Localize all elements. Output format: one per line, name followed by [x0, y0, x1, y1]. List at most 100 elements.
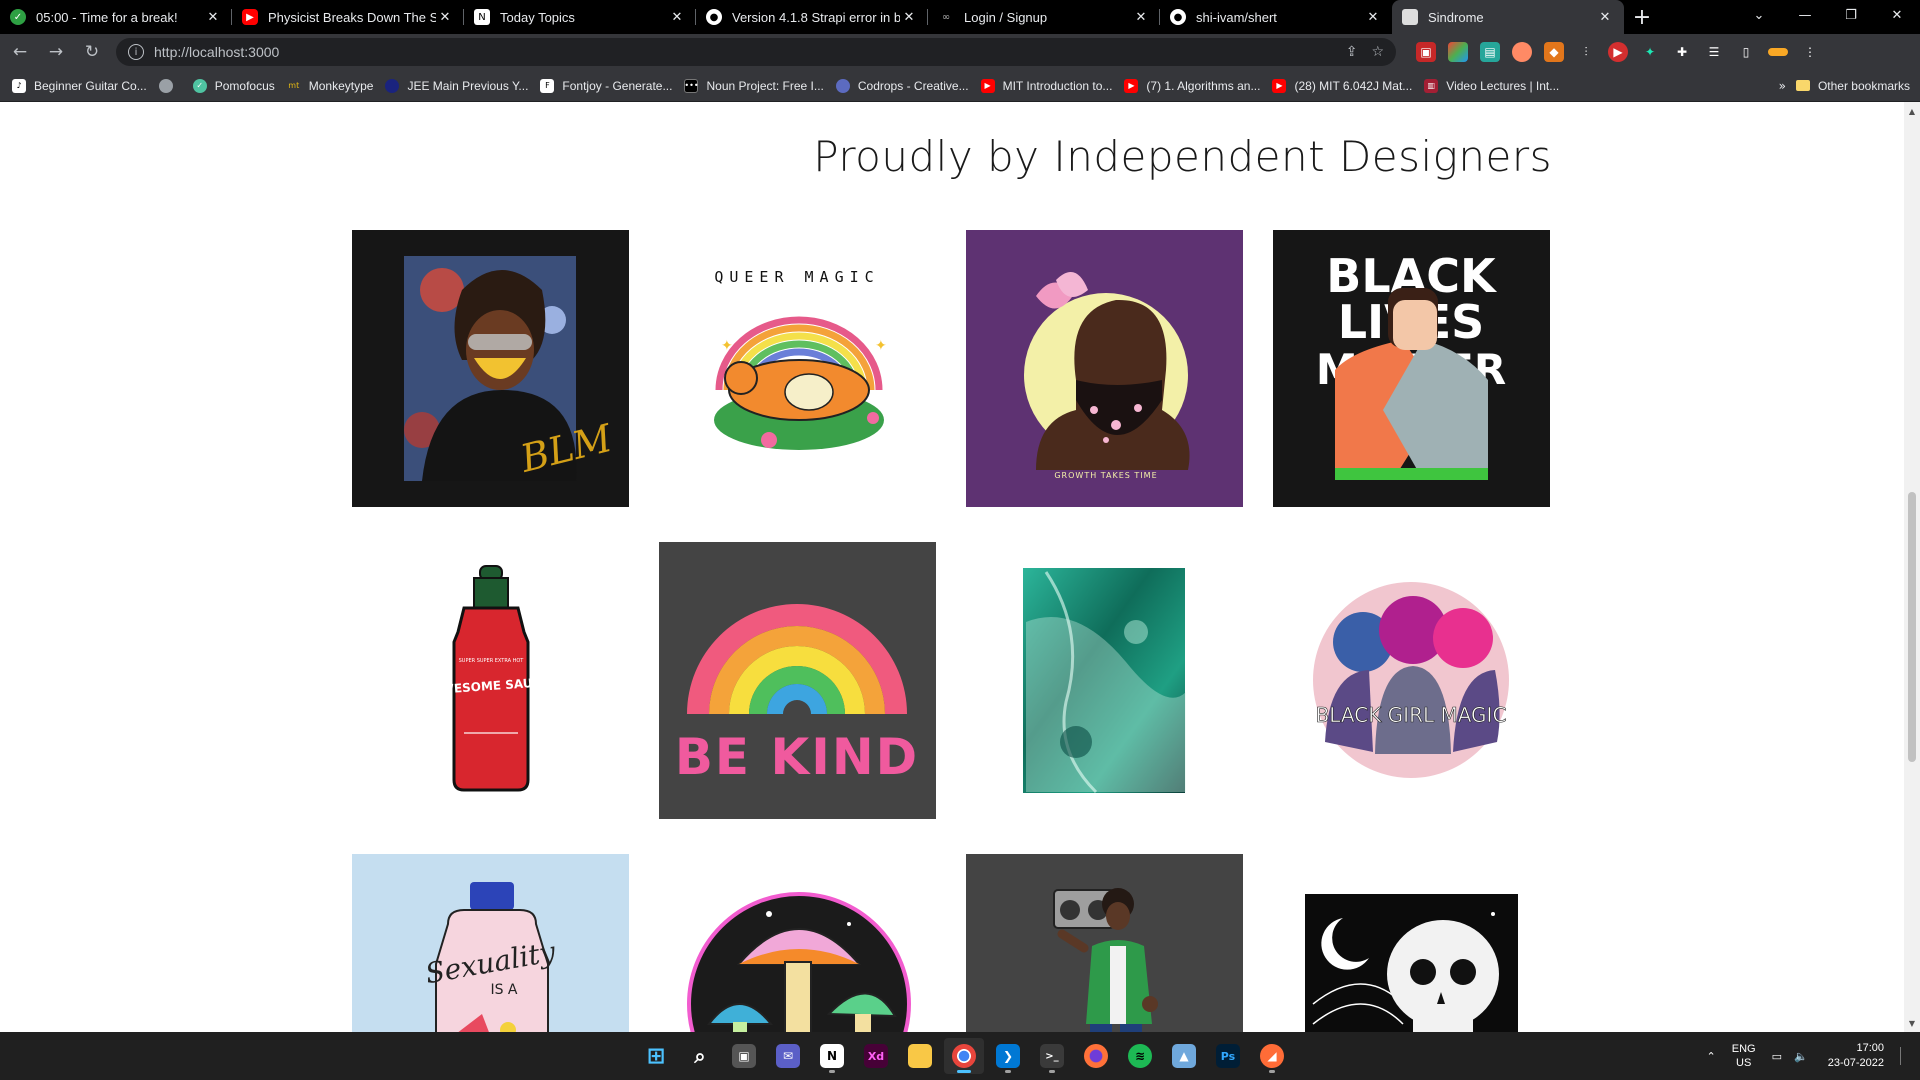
design-card-queer-magic[interactable]: QUEER MAGIC ✦ ✦: [659, 230, 936, 507]
black-lives-matter-image: BLACK LIVES MATTER: [1316, 249, 1506, 480]
extension-orange-icon[interactable]: [1512, 42, 1532, 62]
design-card-blm-portrait[interactable]: BLM: [352, 230, 629, 507]
extensions-puzzle-icon[interactable]: ✚: [1672, 42, 1692, 62]
close-icon[interactable]: ✕: [1596, 10, 1614, 25]
design-card-black-lives-matter[interactable]: BLACK LIVES MATTER: [1273, 230, 1550, 507]
bookmark-item[interactable]: ▥ Video Lectures | Int...: [1424, 78, 1559, 93]
input-language-indicator[interactable]: ENG US: [1732, 1042, 1756, 1070]
bookmark-item[interactable]: ▶ (7) 1. Algorithms an...: [1124, 78, 1261, 93]
vscode-icon: ❯: [996, 1044, 1020, 1068]
bookmark-item[interactable]: Codrops - Creative...: [835, 78, 969, 93]
metamask-icon[interactable]: ◆: [1544, 42, 1564, 62]
share-icon[interactable]: ⇪: [1346, 44, 1358, 60]
teams-chat-icon: ✉: [776, 1044, 800, 1068]
design-card-be-kind[interactable]: BE KIND: [659, 542, 936, 819]
extension-red-icon[interactable]: ▣: [1416, 42, 1436, 62]
tab-youtube[interactable]: ▶ Physicist Breaks Down The Scien ✕: [232, 0, 464, 34]
vscode-taskbar-button[interactable]: ❯: [988, 1038, 1028, 1074]
scrollbar-thumb[interactable]: [1908, 492, 1916, 762]
close-icon[interactable]: ✕: [1132, 10, 1150, 25]
task-view-button[interactable]: ▣: [724, 1038, 764, 1074]
bookmark-item[interactable]: JEE Main Previous Y...: [385, 78, 528, 93]
extension-yellow-icon[interactable]: [1768, 48, 1788, 56]
forward-arrow-icon[interactable]: →: [40, 36, 72, 68]
tab-notion[interactable]: N Today Topics ✕: [464, 0, 696, 34]
growth-takes-time-image: GROWTH TAKES TIME: [1024, 272, 1190, 480]
more-bookmarks-chevron-icon[interactable]: »: [1779, 79, 1786, 93]
design-card-growth-takes-time[interactable]: GROWTH TAKES TIME: [966, 230, 1243, 507]
tab-github-shert[interactable]: ● shi-ivam/shert ✕: [1160, 0, 1392, 34]
bookmark-item[interactable]: ••• Noun Project: Free I...: [684, 78, 824, 93]
close-icon[interactable]: ✕: [436, 10, 454, 25]
scroll-up-arrow-icon[interactable]: ▲: [1904, 104, 1920, 118]
design-card-psychedelic-mushrooms[interactable]: [659, 854, 936, 1032]
back-arrow-icon[interactable]: ←: [4, 36, 36, 68]
scroll-down-arrow-icon[interactable]: ▼: [1904, 1016, 1920, 1030]
reading-list-icon[interactable]: ☰: [1704, 42, 1724, 62]
file-explorer-taskbar-button[interactable]: [900, 1038, 940, 1074]
extension-play-icon[interactable]: ▶: [1608, 42, 1628, 62]
minimize-button[interactable]: —: [1782, 0, 1828, 30]
bookmark-item[interactable]: ▶ MIT Introduction to...: [980, 78, 1112, 93]
bookmark-label: (28) MIT 6.042J Mat...: [1294, 78, 1413, 93]
bookmark-item[interactable]: ✓ Pomofocus: [192, 78, 275, 93]
adobe-xd-taskbar-button[interactable]: Xd: [856, 1038, 896, 1074]
url-text[interactable]: http://localhost:3000: [154, 44, 1332, 60]
start-button[interactable]: ⊞: [636, 1038, 676, 1074]
network-icon[interactable]: ▭: [1772, 1050, 1782, 1063]
bookmark-item[interactable]: ▶ (28) MIT 6.042J Mat...: [1272, 78, 1413, 93]
tab-login[interactable]: ∞ Login / Signup ✕: [928, 0, 1160, 34]
chrome-taskbar-button[interactable]: [944, 1038, 984, 1074]
chevron-up-icon[interactable]: ⌃: [1707, 1050, 1716, 1063]
bookmark-star-icon[interactable]: ☆: [1371, 44, 1384, 60]
tab-pomofocus[interactable]: ✓ 05:00 - Time for a break! ✕: [0, 0, 232, 34]
tab-search-icon[interactable]: ⌄: [1736, 0, 1782, 30]
close-icon[interactable]: ✕: [900, 10, 918, 25]
design-card-boombox[interactable]: [966, 854, 1243, 1032]
design-card-sexuality[interactable]: Sexuality IS A: [352, 854, 629, 1032]
reload-icon[interactable]: ↻: [76, 36, 108, 68]
photos-taskbar-button[interactable]: ▲: [1164, 1038, 1204, 1074]
extension-teal-icon[interactable]: ▤: [1480, 42, 1500, 62]
tab-github-strapi[interactable]: ● Version 4.1.8 Strapi error in build ✕: [696, 0, 928, 34]
bookmark-label: (7) 1. Algorithms an...: [1146, 78, 1261, 93]
address-bar[interactable]: i http://localhost:3000 ⇪ ☆: [116, 38, 1396, 66]
design-card-black-girl-magic[interactable]: BLACK GIRL MAGIC: [1273, 542, 1550, 819]
firefox-taskbar-button[interactable]: [1076, 1038, 1116, 1074]
close-icon[interactable]: ✕: [1364, 10, 1382, 25]
teams-chat-button[interactable]: ✉: [768, 1038, 808, 1074]
postman-taskbar-button[interactable]: ◢: [1252, 1038, 1292, 1074]
close-window-button[interactable]: ✕: [1874, 0, 1920, 30]
show-desktop-button[interactable]: [1900, 1047, 1904, 1065]
search-button[interactable]: ⌕: [680, 1038, 720, 1074]
bookmark-item[interactable]: F Fontjoy - Generate...: [540, 78, 672, 93]
extension-green-icon[interactable]: ✦: [1640, 42, 1660, 62]
clock[interactable]: 17:00 23-07-2022: [1828, 1041, 1884, 1071]
youtube-icon: ▶: [242, 9, 258, 25]
bookmark-item[interactable]: [158, 78, 181, 93]
tab-sindrome[interactable]: Sindrome ✕: [1392, 0, 1624, 34]
design-card-green-abstract[interactable]: [966, 542, 1243, 819]
restore-button[interactable]: ❐: [1828, 0, 1874, 30]
page-scrollbar[interactable]: ▲ ▼: [1904, 102, 1920, 1032]
notion-taskbar-button[interactable]: N: [812, 1038, 852, 1074]
close-icon[interactable]: ✕: [204, 10, 222, 25]
spotify-taskbar-button[interactable]: ≋: [1120, 1038, 1160, 1074]
design-card-awesome-sauce[interactable]: SUPER SUPER EXTRA HOT AWESOME SAUCE: [352, 542, 629, 819]
tab-title: shi-ivam/shert: [1196, 9, 1277, 25]
terminal-taskbar-button[interactable]: >_: [1032, 1038, 1072, 1074]
color-picker-extension-icon[interactable]: [1448, 42, 1468, 62]
menu-kebab-icon[interactable]: ⋮: [1800, 42, 1820, 62]
close-icon[interactable]: ✕: [668, 10, 686, 25]
design-card-skull[interactable]: [1273, 854, 1550, 1032]
new-tab-button[interactable]: +: [1624, 0, 1660, 34]
bookmark-item[interactable]: mt Monkeytype: [287, 79, 373, 93]
side-panel-icon[interactable]: ▯: [1736, 42, 1756, 62]
extension-bars-icon[interactable]: ⫶: [1576, 42, 1596, 62]
extensions-area: ▣ ▤ ◆ ⫶ ▶ ✦ ✚ ☰ ▯ ⋮: [1410, 42, 1826, 62]
bookmark-item[interactable]: ♪ Beginner Guitar Co...: [12, 78, 147, 93]
photoshop-taskbar-button[interactable]: Ps: [1208, 1038, 1248, 1074]
site-info-icon[interactable]: i: [128, 44, 144, 60]
other-bookmarks-folder[interactable]: Other bookmarks: [1795, 79, 1910, 93]
volume-icon[interactable]: 🔈: [1794, 1050, 1808, 1063]
